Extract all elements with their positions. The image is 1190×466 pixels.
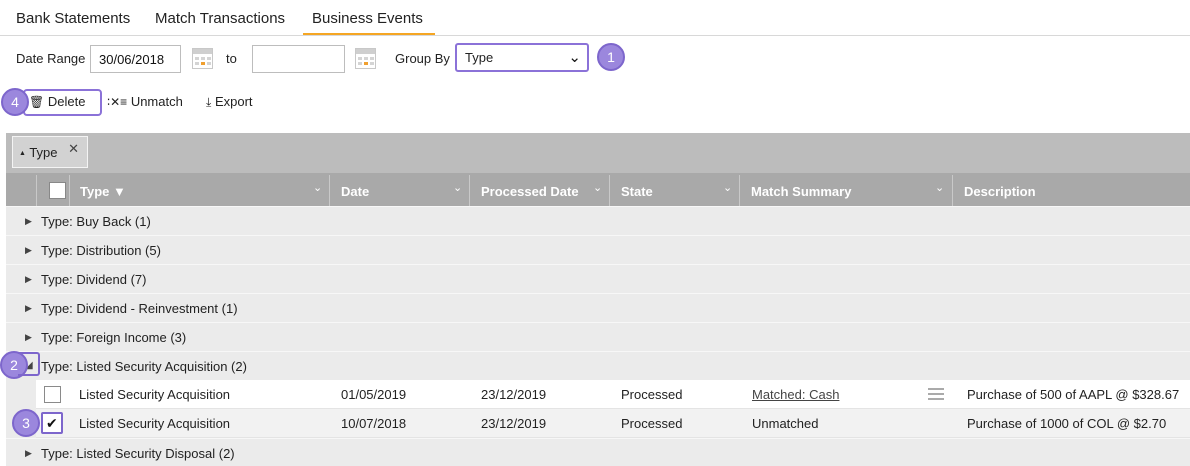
cell-description: Purchase of 1000 of COL @ $2.70: [967, 416, 1167, 431]
group-row-dividend[interactable]: ▶ Type: Dividend (7): [6, 264, 1190, 293]
delete-label: Delete: [47, 94, 86, 109]
cell-date: 01/05/2019: [341, 387, 407, 402]
tab-bar: Bank Statements Match Transactions Busin…: [0, 0, 1190, 36]
group-panel: [6, 133, 1190, 173]
tab-bank-statements[interactable]: Bank Statements: [14, 10, 132, 35]
expand-icon[interactable]: ▶: [25, 216, 32, 227]
unmatch-label: Unmatch: [130, 94, 183, 109]
expand-icon[interactable]: ▶: [25, 245, 32, 256]
date-range-label: Date Range: [16, 51, 86, 66]
cell-processed-date: 23/12/2019: [481, 387, 547, 402]
col-processed-date[interactable]: Processed Date: [481, 175, 579, 206]
cell-match-summary: Unmatched: [752, 416, 819, 431]
expand-icon[interactable]: ▶: [25, 448, 32, 459]
group-chip-label: Type: [29, 145, 58, 160]
select-all-checkbox[interactable]: [49, 182, 66, 199]
group-label: Type: Listed Security Disposal (2): [41, 446, 235, 461]
date-to-input[interactable]: [252, 45, 345, 73]
col-processed-menu-icon[interactable]: ⌄: [593, 181, 602, 194]
group-row-listed-security-disposal[interactable]: ▶ Type: Listed Security Disposal (2): [6, 438, 1190, 466]
callout-1: 1: [597, 43, 625, 71]
group-by-select[interactable]: Type ⌄: [455, 43, 589, 72]
group-chip-type[interactable]: ▲ Type ✕: [12, 136, 88, 168]
date-from-input[interactable]: 30/06/2018: [90, 45, 181, 73]
download-icon: ⤓: [206, 95, 212, 109]
cell-state: Processed: [621, 387, 683, 402]
calendar-to-icon[interactable]: [355, 48, 376, 69]
tab-match-transactions[interactable]: Match Transactions: [153, 10, 287, 35]
col-description[interactable]: Description: [964, 175, 1036, 206]
calendar-from-icon[interactable]: [192, 48, 213, 69]
group-row-buy-back[interactable]: ▶ Type: Buy Back (1): [6, 206, 1190, 235]
export-label: Export: [214, 94, 253, 109]
group-label: Type: Buy Back (1): [41, 214, 151, 229]
col-type[interactable]: Type ▼: [80, 175, 126, 206]
row-checkbox[interactable]: [44, 386, 61, 403]
collapse-highlight: [18, 352, 40, 376]
col-state-menu-icon[interactable]: ⌄: [723, 181, 732, 194]
table-row[interactable]: Listed Security Acquisition 01/05/2019 2…: [6, 380, 1190, 409]
group-label: Type: Foreign Income (3): [41, 330, 187, 345]
group-label: Type: Dividend - Reinvestment (1): [41, 301, 238, 316]
group-label: Type: Listed Security Acquisition (2): [41, 359, 247, 374]
trash-icon: 🗑: [29, 95, 45, 109]
expand-icon[interactable]: ▶: [25, 332, 32, 343]
unmatch-button[interactable]: ∶✕≡ Unmatch: [107, 94, 183, 109]
delete-button[interactable]: 🗑 Delete: [29, 94, 85, 109]
group-row-distribution[interactable]: ▶ Type: Distribution (5): [6, 235, 1190, 264]
callout-3: 3: [12, 409, 40, 437]
match-summary-link[interactable]: Matched: Cash: [752, 387, 839, 402]
group-row-dividend-reinvestment[interactable]: ▶ Type: Dividend - Reinvestment (1): [6, 293, 1190, 322]
group-row-foreign-income[interactable]: ▶ Type: Foreign Income (3): [6, 322, 1190, 351]
expand-icon[interactable]: ▶: [25, 274, 32, 285]
tab-business-events[interactable]: Business Events: [303, 10, 435, 35]
cell-description: Purchase of 500 of AAPL @ $328.67: [967, 387, 1180, 402]
col-match-menu-icon[interactable]: ⌄: [935, 181, 944, 194]
col-match-summary[interactable]: Match Summary: [751, 175, 851, 206]
group-label: Type: Dividend (7): [41, 272, 147, 287]
row-checkbox-checked[interactable]: ✔: [41, 412, 63, 434]
col-state[interactable]: State: [621, 175, 653, 206]
group-row-listed-security-acquisition[interactable]: ◢ Type: Listed Security Acquisition (2): [6, 351, 1190, 380]
col-type-menu-icon[interactable]: ⌄: [313, 181, 322, 194]
row-menu-icon[interactable]: [928, 388, 944, 401]
sort-asc-icon: ▲: [19, 150, 26, 157]
col-date[interactable]: Date: [341, 175, 369, 206]
cell-date: 10/07/2018: [341, 416, 407, 431]
to-label: to: [226, 51, 237, 66]
chevron-down-icon: ⌄: [568, 49, 581, 66]
close-icon[interactable]: ✕: [68, 141, 79, 157]
cell-type: Listed Security Acquisition: [79, 416, 231, 431]
checkmark-icon: ✔: [46, 415, 58, 431]
cell-type: Listed Security Acquisition: [79, 387, 231, 402]
callout-4: 4: [1, 88, 29, 116]
col-date-menu-icon[interactable]: ⌄: [453, 181, 462, 194]
table-row[interactable]: ✔ Listed Security Acquisition 10/07/2018…: [6, 409, 1190, 438]
unmatch-icon: ∶✕≡: [107, 95, 128, 109]
group-by-value: Type: [465, 50, 494, 65]
cell-state: Processed: [621, 416, 683, 431]
cell-processed-date: 23/12/2019: [481, 416, 547, 431]
group-label: Type: Distribution (5): [41, 243, 161, 258]
expand-icon[interactable]: ▶: [25, 303, 32, 314]
group-by-label: Group By: [395, 51, 450, 66]
export-button[interactable]: ⤓ Export: [206, 94, 253, 110]
